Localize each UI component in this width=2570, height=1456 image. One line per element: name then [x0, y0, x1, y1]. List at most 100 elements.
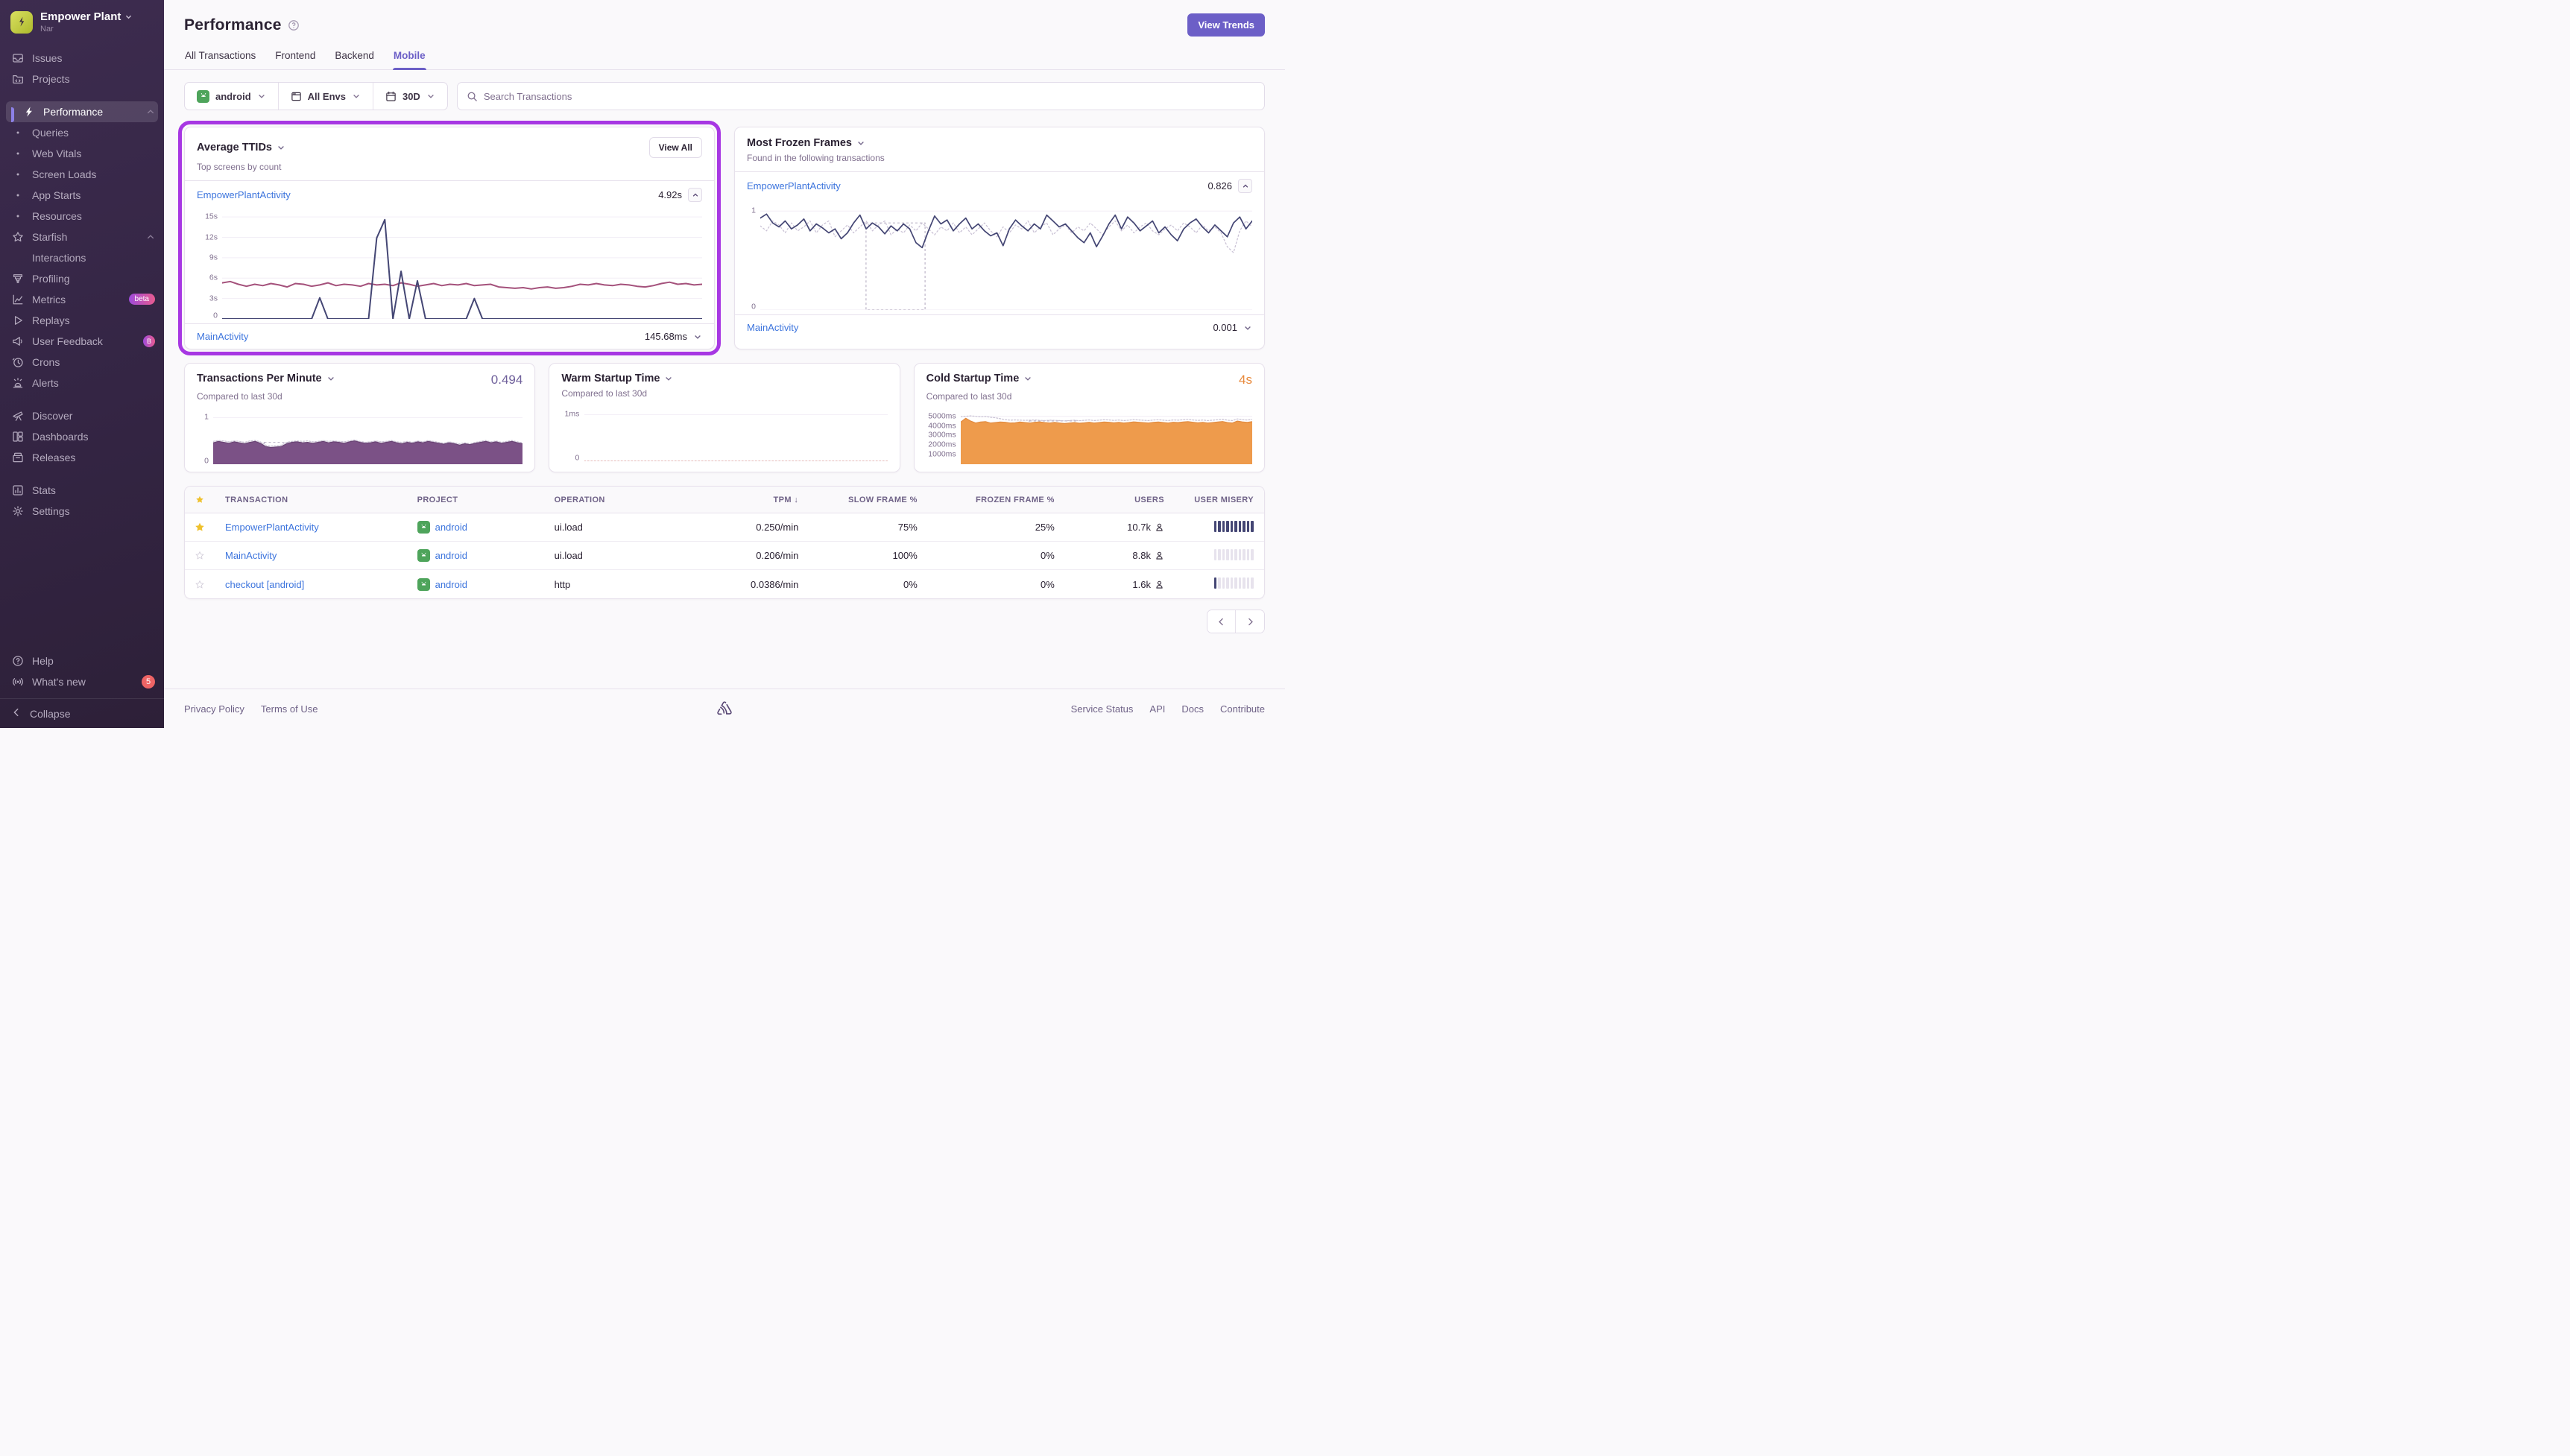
help-circle-icon[interactable]: [288, 19, 300, 31]
sidebar-item-queries[interactable]: Queries: [0, 122, 164, 143]
tab-mobile[interactable]: Mobile: [392, 48, 426, 70]
sidebar-item-label: Issues: [32, 51, 63, 64]
sidebar-item-dashboards[interactable]: Dashboards: [0, 426, 164, 447]
warm-startup-title[interactable]: Warm Startup Time: [561, 373, 673, 384]
search-bar: [456, 82, 1265, 110]
sidebar-group: Performance Queries Web Vitals Screen Loads…: [0, 101, 164, 393]
tpm-chart: 10: [197, 411, 523, 465]
footer-link[interactable]: Terms of Use: [261, 703, 318, 715]
footer-link[interactable]: Contribute: [1220, 703, 1265, 715]
environment-filter-label: All Envs: [307, 90, 346, 102]
footer-link[interactable]: Docs: [1181, 703, 1204, 715]
tpm-cell: 0.0386/min: [751, 578, 799, 590]
search-input[interactable]: [483, 90, 1255, 102]
previous-page-button[interactable]: [1207, 610, 1236, 633]
sidebar-item-profiling[interactable]: Profiling: [0, 268, 164, 289]
sidebar-item-performance[interactable]: Performance: [0, 101, 164, 122]
sidebar-item-releases[interactable]: Releases: [0, 447, 164, 468]
chevron-down-icon: [1245, 326, 1251, 330]
transaction-link[interactable]: EmpowerPlantActivity: [225, 522, 319, 533]
column-header[interactable]: Slow Frame %: [809, 496, 927, 504]
column-header[interactable]: TPM ↓: [681, 496, 809, 504]
table-body: EmpowerPlantActivity android ui.load 0.250/…: [185, 513, 1264, 598]
frozen-frame-cell: 25%: [1035, 522, 1055, 533]
cold-startup-subtitle: Compared to last 30d: [926, 391, 1012, 402]
sidebar-item-alerts[interactable]: Alerts: [0, 373, 164, 393]
frozen-frames-title[interactable]: Most Frozen Frames: [747, 137, 865, 149]
tpm-value: 0.494: [490, 373, 523, 387]
sidebar-item-app-starts[interactable]: App Starts: [0, 185, 164, 206]
collapse-button[interactable]: Collapse: [0, 698, 164, 728]
tpm-subtitle: Compared to last 30d: [197, 391, 282, 402]
sidebar-item-help[interactable]: Help: [0, 651, 164, 671]
column-header[interactable]: Project: [407, 496, 544, 504]
footer-link[interactable]: Privacy Policy: [184, 703, 244, 715]
star-toggle[interactable]: [185, 550, 215, 561]
org-switcher[interactable]: Empower Plant Nar: [0, 0, 164, 42]
sidebar-item-crons[interactable]: Crons: [0, 352, 164, 373]
transaction-link[interactable]: EmpowerPlantActivity: [197, 189, 291, 200]
star-toggle[interactable]: [185, 579, 215, 590]
tab-all-transactions[interactable]: All Transactions: [184, 48, 256, 69]
user-icon: [1156, 523, 1163, 531]
sidebar-item-resources[interactable]: Resources: [0, 206, 164, 227]
sidebar-item-settings[interactable]: Settings: [0, 501, 164, 522]
column-header[interactable]: Frozen Frame %: [928, 496, 1065, 504]
projects-icon: [11, 72, 24, 85]
cold-startup-title[interactable]: Cold Startup Time: [926, 373, 1033, 384]
transaction-link[interactable]: MainActivity: [225, 550, 277, 561]
sidebar-item-issues[interactable]: Issues: [0, 48, 164, 69]
chevron-up-icon: [146, 107, 155, 116]
column-header[interactable]: User Misery: [1175, 496, 1264, 504]
sidebar-item-metrics[interactable]: Metrics beta: [0, 289, 164, 310]
tpm-title[interactable]: Transactions Per Minute: [197, 373, 335, 384]
collapse-row-button[interactable]: [1238, 179, 1252, 193]
sidebar-item-interactions[interactable]: Interactions: [0, 247, 164, 268]
slow-frame-cell: 75%: [897, 522, 918, 533]
transaction-link[interactable]: MainActivity: [197, 331, 248, 342]
footer-link[interactable]: API: [1149, 703, 1165, 715]
column-header[interactable]: Transaction: [215, 496, 407, 504]
transactions-table: Transaction Project Operation TPM ↓ Slow Fra…: [184, 486, 1265, 599]
expand-row-button[interactable]: [693, 332, 702, 341]
star-toggle[interactable]: [185, 522, 215, 533]
tab-backend[interactable]: Backend: [334, 48, 375, 69]
sidebar-item-starfish[interactable]: Starfish: [0, 227, 164, 247]
avg-ttids-title[interactable]: Average TTIDs: [197, 142, 285, 153]
project-link[interactable]: android: [417, 549, 534, 562]
transaction-link[interactable]: checkout [android]: [225, 579, 304, 590]
sidebar-item-stats[interactable]: Stats: [0, 480, 164, 501]
star-icon: [11, 230, 24, 243]
frozen-frames-chart: 10: [747, 201, 1252, 311]
project-filter[interactable]: android: [185, 83, 279, 110]
avg-ttids-card: Average TTIDs View All Top screens by co…: [184, 127, 715, 349]
help-icon: [11, 655, 24, 668]
transaction-link[interactable]: EmpowerPlantActivity: [747, 180, 841, 192]
sidebar-item-whats-new[interactable]: What's new 5: [0, 671, 164, 692]
column-header[interactable]: Users: [1065, 496, 1175, 504]
project-link[interactable]: android: [417, 521, 534, 534]
sidebar-item-replays[interactable]: Replays: [0, 310, 164, 331]
view-trends-button[interactable]: View Trends: [1187, 13, 1265, 37]
expand-row-button[interactable]: [1243, 323, 1252, 332]
project-link[interactable]: android: [417, 577, 534, 591]
sidebar-item-user-feedback[interactable]: User Feedback B: [0, 331, 164, 352]
sidebar-item-label: Profiling: [32, 272, 70, 285]
sidebar-item-screen-loads[interactable]: Screen Loads: [0, 164, 164, 185]
column-header[interactable]: Operation: [544, 496, 681, 504]
transaction-link[interactable]: MainActivity: [747, 322, 798, 333]
footer-link[interactable]: Service Status: [1071, 703, 1134, 715]
warm-plot: [584, 414, 888, 461]
tab-frontend[interactable]: Frontend: [274, 48, 316, 69]
sidebar-item-discover[interactable]: Discover: [0, 405, 164, 426]
sidebar-item-label: Resources: [32, 209, 82, 222]
environment-filter[interactable]: All Envs: [279, 83, 373, 110]
next-page-button[interactable]: [1236, 610, 1264, 633]
table-row: checkout [android] android http 0.0386/min 0…: [185, 570, 1264, 598]
date-filter[interactable]: 30D: [373, 83, 447, 110]
collapse-row-button[interactable]: [688, 188, 702, 202]
date-filter-label: 30D: [402, 90, 420, 102]
sidebar-item-web-vitals[interactable]: Web Vitals: [0, 143, 164, 164]
sidebar-item-projects[interactable]: Projects: [0, 69, 164, 89]
view-all-button[interactable]: View All: [648, 137, 702, 158]
